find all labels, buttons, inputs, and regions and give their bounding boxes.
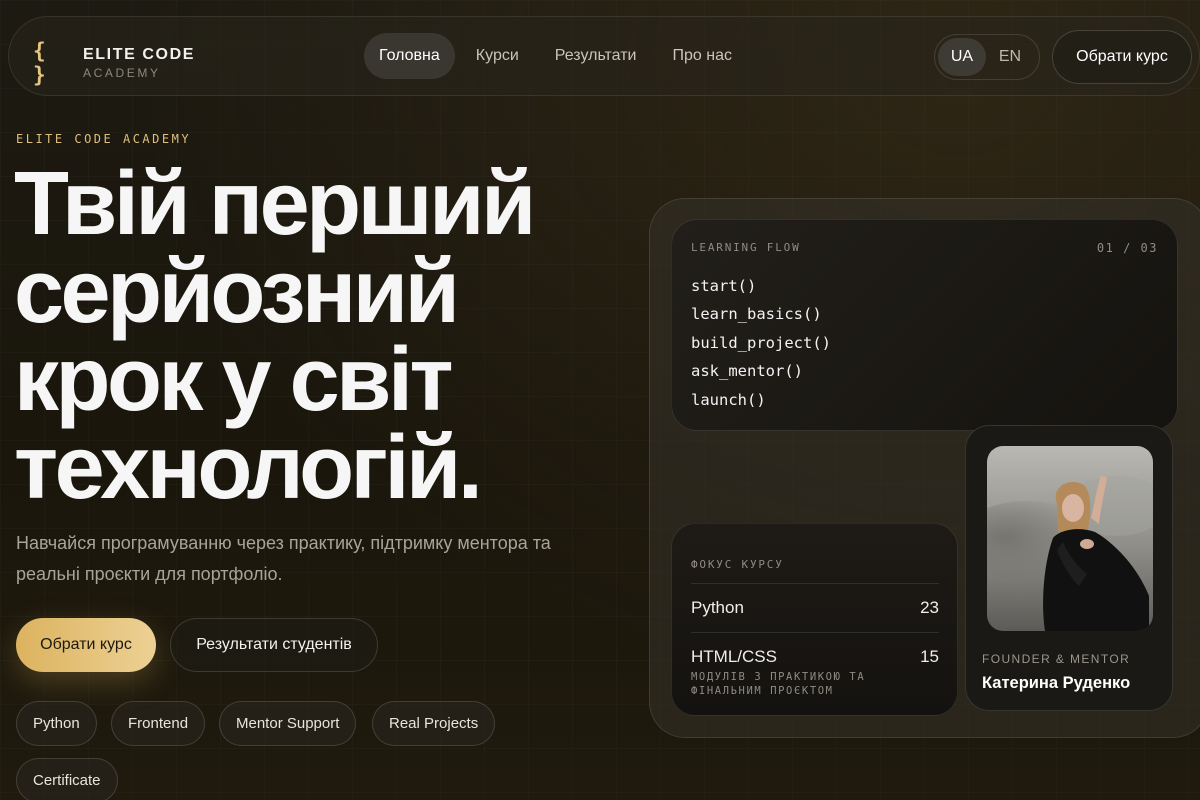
curly-braces-icon: { }: [33, 39, 46, 87]
brand-title: ELITE CODE: [83, 45, 196, 63]
tag-certificate[interactable]: Certificate: [16, 758, 118, 800]
lang-button-en[interactable]: EN: [986, 38, 1034, 76]
mentor-photo: [987, 446, 1153, 631]
tag-frontend[interactable]: Frontend: [111, 701, 206, 746]
focus-row-value: 15: [920, 647, 939, 666]
mentor-photo-illustration: [987, 446, 1153, 631]
nav-link-results[interactable]: Результати: [540, 33, 652, 79]
mentor-name: Катерина Руденко: [982, 674, 1131, 692]
headline-line: крок у світ: [14, 330, 454, 430]
headline-line: серйозний: [14, 242, 460, 342]
focus-row-name: HTML/CSS: [691, 647, 777, 666]
lang-button-ua[interactable]: UA: [938, 38, 986, 76]
hero-eyebrow: ELITE CODE ACADEMY: [16, 132, 192, 146]
mentor-card: FOUNDER & MENTOR Катерина Руденко: [965, 425, 1173, 711]
code-line: ask_mentor(): [691, 362, 803, 381]
nav-link-about[interactable]: Про нас: [657, 33, 746, 79]
course-focus-card: ФОКУС КУРСУ Python 23 HTML/CSS 15 МОДУЛІ…: [671, 523, 958, 716]
tag-python[interactable]: Python: [16, 701, 97, 746]
choose-course-button[interactable]: Обрати курс: [16, 618, 156, 672]
tag-real-projects[interactable]: Real Projects: [372, 701, 496, 746]
nav-link-home[interactable]: Головна: [364, 33, 455, 79]
hero-headline: Твій перший серйозний крок у світ технол…: [14, 154, 634, 518]
course-focus-label: ФОКУС КУРСУ: [691, 558, 784, 571]
learning-flow-label: LEARNING FLOW: [691, 241, 801, 254]
headline-line: Твій перший: [14, 154, 536, 254]
tag-mentor-support[interactable]: Mentor Support: [219, 701, 357, 746]
brand-logo[interactable]: { } ELITE CODE ACADEMY: [33, 39, 195, 87]
brand-text: ELITE CODE ACADEMY: [83, 46, 195, 81]
nav-links: Головна Курси Результати Про нас: [364, 33, 753, 79]
code-line: learn_basics(): [691, 305, 822, 324]
headline-line: технологій.: [14, 418, 483, 518]
learning-flow-card: LEARNING FLOW 01 / 03 start() learn_basi…: [671, 219, 1178, 431]
mentor-role: FOUNDER & MENTOR: [982, 652, 1131, 666]
hero-subtext: Навчайся програмуванню через практику, п…: [16, 533, 551, 584]
focus-row-name: Python: [691, 598, 744, 617]
learning-flow-step: 01 / 03: [1096, 241, 1158, 255]
focus-row-python: Python 23: [691, 583, 939, 632]
code-line: launch(): [691, 390, 766, 409]
code-line: build_project(): [691, 333, 831, 352]
course-focus-note: МОДУЛІВ З ПРАКТИКОЮ ТА ФІНАЛЬНИМ ПРОЄКТО…: [691, 671, 866, 697]
brand-subtitle: ACADEMY: [83, 65, 161, 80]
nav-choose-course-button[interactable]: Обрати курс: [1052, 30, 1192, 84]
student-results-button[interactable]: Результати студентів: [170, 618, 378, 672]
code-lines: start() learn_basics() build_project() a…: [691, 272, 831, 414]
nav-link-courses[interactable]: Курси: [461, 33, 534, 79]
focus-row-value: 23: [920, 598, 939, 617]
focus-row-html-css: HTML/CSS 15: [691, 632, 939, 672]
code-line: start(): [691, 277, 757, 295]
language-switcher: UA EN: [934, 34, 1040, 80]
top-navigation: { } ELITE CODE ACADEMY Головна Курси Рез…: [8, 16, 1200, 96]
